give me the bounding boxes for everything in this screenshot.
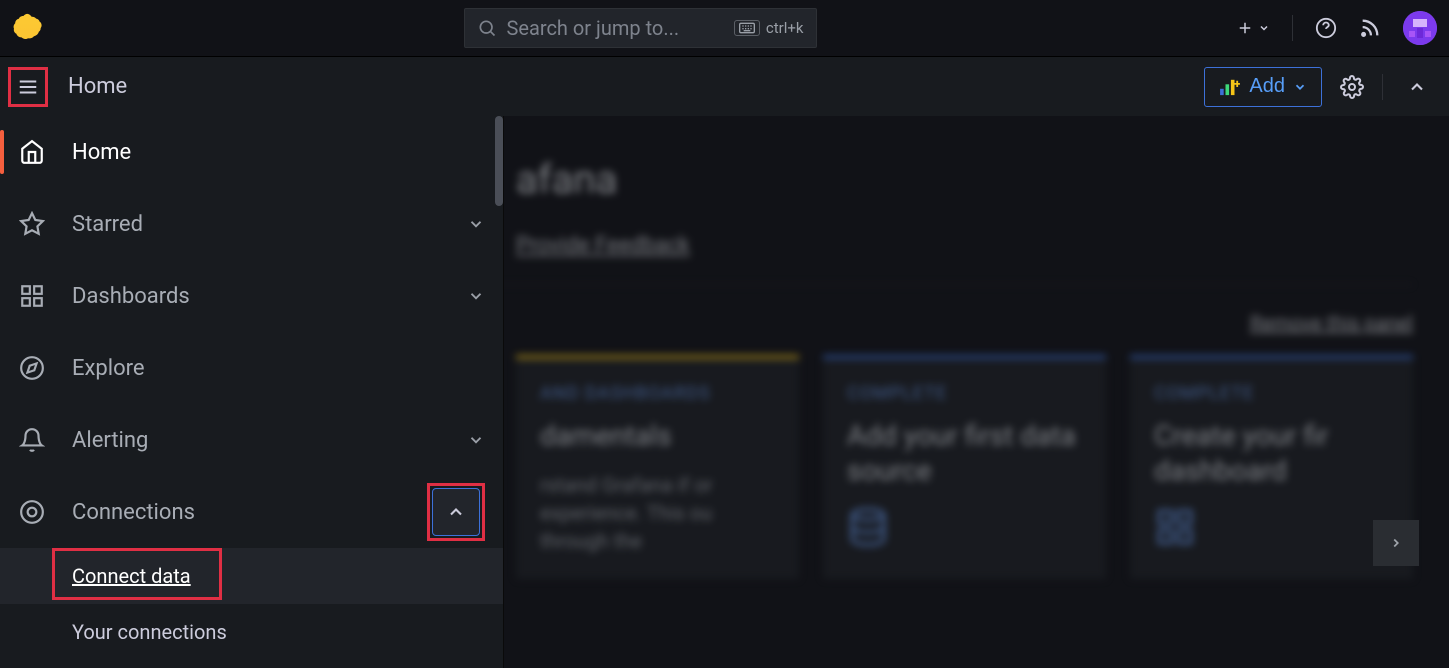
sidebar-item-label: Home [72, 140, 485, 165]
card-fundamentals[interactable]: AND DASHBOARDS damentals rstand Grafana … [516, 355, 799, 579]
apps-icon [18, 283, 46, 309]
sidebar-item-home[interactable]: Home [0, 116, 503, 188]
add-menu-button[interactable] [1236, 19, 1270, 37]
avatar[interactable] [1403, 11, 1437, 45]
sidebar-subitem-your-connections[interactable]: Your connections [0, 604, 503, 660]
search-placeholder: Search or jump to... [507, 16, 680, 40]
shortcut-label: ctrl+k [766, 19, 804, 37]
breadcrumb-home[interactable]: Home [68, 74, 127, 99]
connections-icon [18, 499, 46, 525]
collapse-toolbar-icon[interactable] [1401, 71, 1433, 103]
panel-icon [1219, 78, 1241, 96]
rss-icon[interactable] [1359, 17, 1381, 39]
compass-icon [18, 355, 46, 381]
apps-icon [1154, 506, 1389, 548]
chevron-down-icon[interactable] [467, 431, 485, 449]
divider [1382, 74, 1383, 100]
sidebar-item-alerting[interactable]: Alerting [0, 404, 503, 476]
sidebar-item-connections[interactable]: Connections [0, 476, 503, 548]
sidebar-subitem-label: Connect data [72, 564, 191, 588]
sidebar-item-label: Starred [72, 212, 441, 237]
settings-icon[interactable] [1340, 75, 1364, 99]
sidebar-subitem-label: Your connections [72, 620, 227, 644]
bell-icon [18, 427, 46, 453]
chevron-down-icon[interactable] [467, 215, 485, 233]
chevron-up-icon[interactable] [432, 488, 480, 536]
sidebar-subitem-connect-data[interactable]: Connect data [0, 548, 503, 604]
card-dashboard[interactable]: COMPLETE Create your fir dashboard [1130, 355, 1413, 579]
highlight-box [427, 483, 485, 541]
search-input[interactable]: Search or jump to... ctrl+k [464, 8, 817, 48]
feedback-link[interactable]: Provide Feedback [516, 233, 690, 258]
sidebar-item-starred[interactable]: Starred [0, 188, 503, 260]
card-datasource[interactable]: COMPLETE Add your first data source [823, 355, 1106, 579]
carousel-next-button[interactable] [1373, 520, 1419, 566]
divider [1292, 15, 1293, 41]
sidebar-menu: Home Starred Dashboards Explore Alerting [0, 116, 504, 668]
sidebar-item-label: Dashboards [72, 284, 441, 309]
hamburger-menu-button[interactable] [8, 67, 48, 107]
add-button[interactable]: Add [1204, 67, 1322, 107]
home-icon [18, 139, 46, 165]
sidebar-item-label: Connections [72, 500, 401, 525]
keyboard-icon [734, 20, 760, 36]
chevron-down-icon[interactable] [467, 287, 485, 305]
sidebar-item-dashboards[interactable]: Dashboards [0, 260, 503, 332]
sidebar-item-label: Alerting [72, 428, 441, 453]
star-icon [18, 211, 46, 237]
database-icon [847, 506, 1082, 548]
page-title: afana [516, 156, 1413, 203]
grafana-logo-icon[interactable] [12, 12, 44, 44]
sidebar-item-explore[interactable]: Explore [0, 332, 503, 404]
search-icon [477, 18, 497, 38]
sidebar-item-label: Explore [72, 356, 485, 381]
help-icon[interactable] [1315, 17, 1337, 39]
